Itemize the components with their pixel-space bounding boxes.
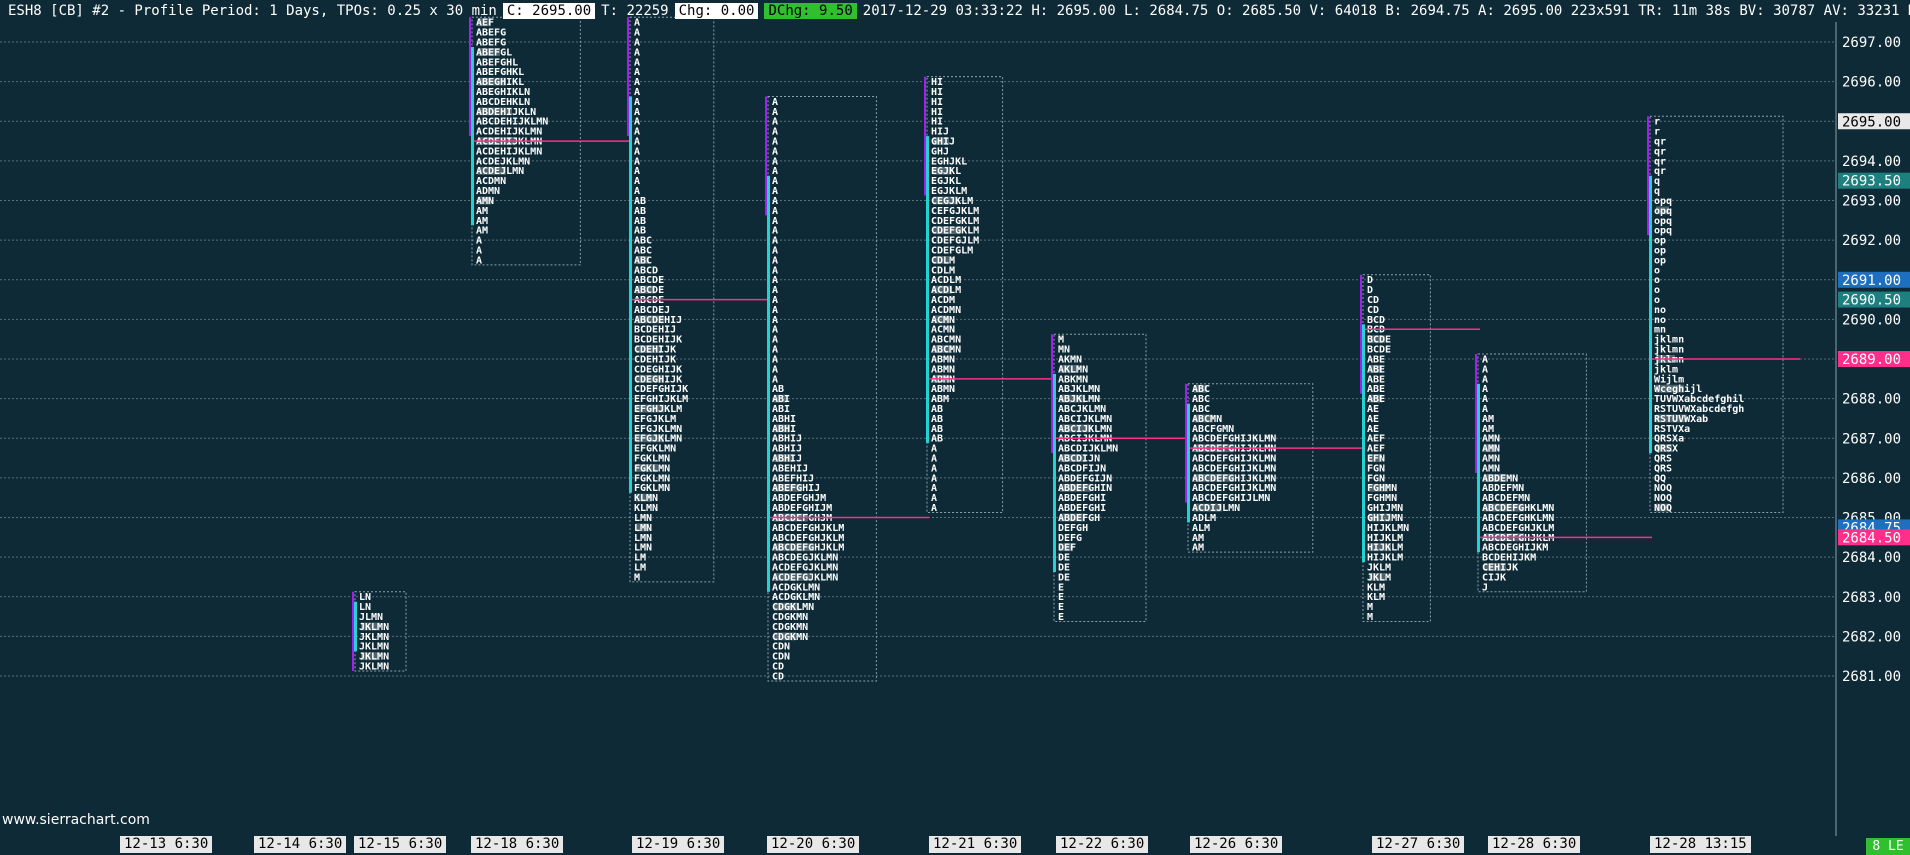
price-tick-label: 2696.00 bbox=[1842, 75, 1901, 91]
tpo-row: A bbox=[931, 503, 937, 514]
chart-canvas[interactable]: 2697.00 2696.00 2695.00 2694.00 2693.00 2692.… bbox=[0, 0, 1910, 855]
tpo-row: JKLMN bbox=[359, 662, 389, 673]
x-axis-label: 12-19 6:30 bbox=[632, 836, 725, 853]
price-marker-label: 2691.00 bbox=[1842, 273, 1901, 289]
price-tick-label: 2697.00 bbox=[1842, 35, 1901, 51]
price-marker: 2691.00 bbox=[1838, 271, 1910, 289]
tpo-row: J bbox=[1482, 582, 1488, 593]
status-badge[interactable]: 8 LE bbox=[1866, 838, 1910, 855]
x-axis-label: 12-14 6:30 bbox=[254, 836, 347, 853]
price-tick-label: 2683.00 bbox=[1842, 590, 1901, 606]
value-area-bar bbox=[1649, 175, 1652, 454]
initial-balance-bar bbox=[1185, 383, 1187, 503]
price-marker: 2693.50 bbox=[1838, 172, 1910, 190]
value-area-bar bbox=[354, 601, 357, 652]
price-marker-label: 2695.00 bbox=[1842, 114, 1901, 130]
tpo-profile: MMNAKMNAKLMNABKMNABJKLMNABJKLMNABCJKLMNA… bbox=[1051, 333, 1190, 623]
value-area-bar bbox=[1362, 324, 1365, 563]
x-axis-label: 12-21 6:30 bbox=[929, 836, 1022, 853]
bar-details: 2017-12-29 03:33:22 H: 2695.00 L: 2684.7… bbox=[862, 3, 1910, 19]
initial-balance-bar bbox=[352, 591, 354, 672]
price-tick-label: 2693.00 bbox=[1842, 194, 1901, 210]
tpo-profile: AAAAAAAAAAAAAAAAAAABABABABABCABCABCABCDA… bbox=[627, 16, 770, 583]
price-tick-label: 2681.00 bbox=[1842, 669, 1901, 685]
price-marker-label: 2684.50 bbox=[1842, 530, 1901, 546]
price-tick-label: 2684.00 bbox=[1842, 550, 1901, 566]
tpo-profile: AEFABEFGABEFGABEFGLABEFGHLABEFGHKLABEGHI… bbox=[469, 16, 632, 266]
initial-balance-bar bbox=[1360, 274, 1362, 394]
tpo-row: CD bbox=[772, 671, 784, 682]
watermark: www.sierrachart.com bbox=[2, 812, 150, 828]
x-axis-label: 12-20 6:30 bbox=[767, 836, 860, 853]
price-tick-label: 2682.00 bbox=[1842, 629, 1901, 645]
value-area-bar bbox=[926, 136, 929, 444]
tpo-chart-window: 2697.00 2696.00 2695.00 2694.00 2693.00 2692.… bbox=[0, 0, 1910, 855]
value-area-bar bbox=[1477, 383, 1480, 553]
price-tick-label: 2686.00 bbox=[1842, 471, 1901, 487]
price-marker-label: 2690.50 bbox=[1842, 293, 1901, 309]
value-area-bar bbox=[471, 46, 474, 226]
initial-balance-bar bbox=[765, 96, 767, 216]
x-axis-label: 12-28 6:30 bbox=[1488, 836, 1581, 853]
tpo-row: M bbox=[1367, 612, 1373, 623]
initial-balance-bar bbox=[469, 17, 471, 137]
price-marker: 2684.50 bbox=[1838, 529, 1910, 546]
tpo-row: AM bbox=[1192, 543, 1204, 554]
x-axis-label: 12-13 6:30 bbox=[120, 836, 213, 853]
value-area-bar bbox=[1187, 403, 1190, 523]
x-axis-label: 12-26 6:30 bbox=[1190, 836, 1283, 853]
price-tick-label: 2694.00 bbox=[1842, 154, 1901, 170]
price-marker: 2695.00 bbox=[1838, 113, 1910, 130]
x-axis-label: 12-28 13:15 bbox=[1650, 836, 1751, 853]
price-marker: 2690.50 bbox=[1838, 291, 1910, 309]
chart-header: ESH8 [CB] #2 - Profile Period: 1 Days, T… bbox=[0, 0, 1910, 22]
price-tick-label: 2690.00 bbox=[1842, 312, 1901, 328]
x-axis-label: 12-22 6:30 bbox=[1056, 836, 1149, 853]
daily-change-value: DChg: 9.50 bbox=[764, 3, 857, 19]
change-value: Chg: 0.00 bbox=[674, 3, 759, 19]
price-marker-label: 2689.00 bbox=[1842, 352, 1901, 368]
tpo-profile: DDCDCDBCDBCDBCDEBCDEABEABEABEABEABEAEAEA… bbox=[1360, 274, 1480, 623]
initial-balance-bar bbox=[1647, 116, 1649, 236]
tpo-profile: LNLNJLMNJKLMNJKLMNJKLMNJKLMNJKLMN bbox=[352, 591, 407, 673]
value-area-bar bbox=[767, 175, 770, 592]
initial-balance-bar bbox=[1051, 334, 1053, 454]
price-marker-label: 2693.50 bbox=[1842, 174, 1901, 190]
x-axis-label: 12-27 6:30 bbox=[1372, 836, 1465, 853]
value-area-bar bbox=[629, 96, 632, 493]
tpo-row: M bbox=[634, 572, 640, 583]
value-area-bar bbox=[1053, 373, 1056, 572]
tpo-profile: ABCABCABCABCMNABCFGMNABCDEFGHIJKLMNABCDE… bbox=[1185, 383, 1365, 554]
price-marker: 2689.00 bbox=[1838, 351, 1910, 368]
tpo-row: A bbox=[476, 255, 482, 266]
tpo-profile: HIHIHIHIHIHIJGHIJGHJEGHJKLEGJKLEGJKLEGJK… bbox=[924, 76, 1056, 514]
chart-title: ESH8 [CB] #2 - Profile Period: 1 Days, T… bbox=[8, 3, 497, 19]
tpo-row: NOQ bbox=[1654, 503, 1672, 514]
initial-balance-bar bbox=[1475, 354, 1477, 473]
initial-balance-bar bbox=[924, 76, 926, 196]
tpo-profile: rrqrqrqrqrqqopqopqopqopqopopopoooononomn… bbox=[1647, 115, 1800, 514]
x-axis-label: 12-15 6:30 bbox=[354, 836, 447, 853]
close-price: C: 2695.00 bbox=[502, 3, 596, 19]
initial-balance-bar bbox=[627, 17, 629, 137]
trade-count: T: 22259 bbox=[601, 3, 669, 19]
price-tick-label: 2687.00 bbox=[1842, 431, 1901, 447]
x-axis-label: 12-18 6:30 bbox=[471, 836, 564, 853]
price-tick-label: 2692.00 bbox=[1842, 233, 1901, 249]
price-tick-label: 2688.00 bbox=[1842, 392, 1901, 408]
tpo-row: E bbox=[1058, 612, 1064, 623]
tpo-profile: AAAAAAAAAAAAAAAAAAAAAAAAAAAAAABABIABIABH… bbox=[765, 95, 929, 682]
